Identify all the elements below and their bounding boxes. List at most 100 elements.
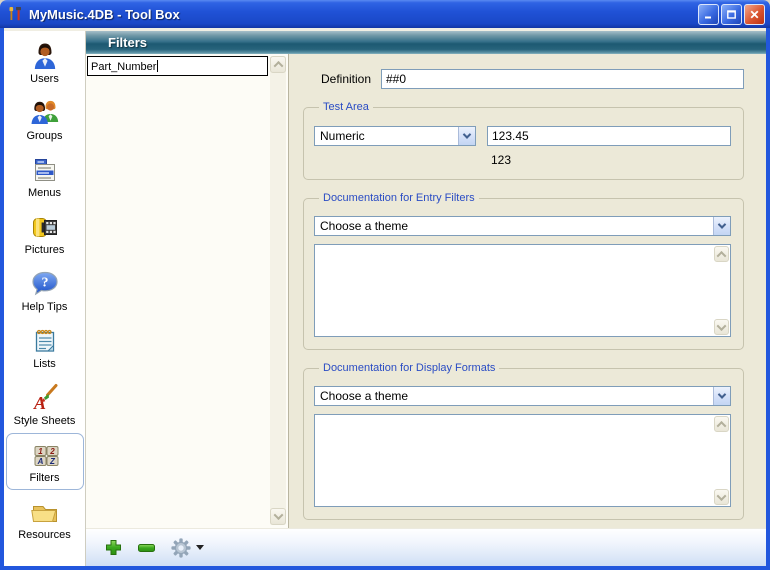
lists-icon <box>29 325 61 357</box>
add-filter-button[interactable] <box>105 539 122 556</box>
sidebar-label: Pictures <box>25 244 65 256</box>
display-theme-value: Choose a theme <box>315 387 713 405</box>
chevron-down-icon <box>717 491 727 501</box>
chevron-down-icon <box>273 510 283 520</box>
sidebar-label: Users <box>30 73 59 85</box>
sidebar-item-users[interactable]: Users <box>6 34 84 91</box>
combo-arrow-button[interactable] <box>713 217 730 235</box>
display-theme-select[interactable]: Choose a theme <box>314 386 731 406</box>
chevron-up-icon <box>273 61 283 71</box>
pictures-icon <box>29 211 61 243</box>
svg-text:1: 1 <box>38 447 43 456</box>
filter-list-panel: Part_Number <box>86 54 288 528</box>
display-docs-group: Documentation for Display Formats Choose… <box>303 362 744 520</box>
sidebar-label: Style Sheets <box>14 415 76 427</box>
filter-name-edit-cell[interactable]: Part_Number <box>87 56 268 76</box>
groups-icon <box>29 97 61 129</box>
entry-docs-content <box>316 246 712 335</box>
filter-form-panel: Definition Test Area Numeric <box>288 54 766 528</box>
scroll-up-button[interactable] <box>270 56 286 73</box>
page-title: Filters <box>108 35 147 50</box>
minus-icon <box>138 544 155 552</box>
chevron-down-icon <box>463 130 471 138</box>
window-title: MyMusic.4DB - Tool Box <box>29 7 696 22</box>
display-docs-content <box>316 416 712 505</box>
combo-arrow-button[interactable] <box>458 127 475 145</box>
sidebar-label: Menus <box>28 187 61 199</box>
close-button[interactable] <box>744 4 765 25</box>
gear-icon <box>171 538 191 558</box>
sidebar-label: Groups <box>26 130 62 142</box>
sidebar-label: Filters <box>30 472 60 484</box>
window-body: Users Groups <box>0 28 770 570</box>
plus-icon <box>105 539 122 556</box>
chevron-down-icon <box>717 321 727 331</box>
dropdown-arrow-icon <box>196 545 204 550</box>
sidebar-item-filters[interactable]: 1 2 A Z Filters <box>6 433 84 490</box>
titlebar: MyMusic.4DB - Tool Box <box>0 0 770 28</box>
chevron-up-icon <box>717 250 727 260</box>
minimize-icon <box>703 9 714 20</box>
sidebar-label: Lists <box>33 358 56 370</box>
maximize-icon <box>726 9 737 20</box>
chevron-down-icon <box>718 390 726 398</box>
test-area-group: Test Area Numeric 123 <box>303 101 744 180</box>
filter-name-text: Part_Number <box>91 61 156 73</box>
svg-text:2: 2 <box>49 447 55 456</box>
sidebar-item-pictures[interactable]: Pictures <box>6 205 84 262</box>
entry-theme-value: Choose a theme <box>315 217 713 235</box>
maximize-button[interactable] <box>721 4 742 25</box>
svg-text:A: A <box>36 457 43 466</box>
test-value-input[interactable] <box>487 126 731 146</box>
test-type-value: Numeric <box>315 127 458 145</box>
options-menu-button[interactable] <box>171 538 204 558</box>
content-area: Filters Part_Number <box>86 31 766 566</box>
chevron-down-icon <box>718 220 726 228</box>
toolbox-icon <box>7 6 23 22</box>
sidebar-label: Help Tips <box>22 301 68 313</box>
bottom-toolbar <box>86 528 766 566</box>
close-icon <box>749 9 760 20</box>
entry-docs-textarea[interactable] <box>314 244 731 337</box>
sidebar-item-groups[interactable]: Groups <box>6 91 84 148</box>
definition-input[interactable] <box>381 69 744 89</box>
sidebar: Users Groups <box>4 31 86 566</box>
scroll-down-button[interactable] <box>714 489 729 505</box>
svg-text:?: ? <box>41 276 48 291</box>
style-sheets-icon: A <box>29 382 61 414</box>
entry-theme-select[interactable]: Choose a theme <box>314 216 731 236</box>
sidebar-item-menus[interactable]: Menus <box>6 148 84 205</box>
entry-docs-group: Documentation for Entry Filters Choose a… <box>303 192 744 350</box>
text-caret <box>157 60 158 72</box>
resources-icon <box>29 496 61 528</box>
list-scrollbar[interactable] <box>270 56 286 525</box>
entry-docs-title: Documentation for Entry Filters <box>319 192 479 204</box>
users-icon <box>29 40 61 72</box>
scroll-up-button[interactable] <box>714 416 729 432</box>
filters-icon: 1 2 A Z <box>29 439 61 471</box>
chevron-up-icon <box>717 420 727 430</box>
scroll-down-button[interactable] <box>270 508 286 525</box>
sidebar-label: Resources <box>18 529 71 541</box>
combo-arrow-button[interactable] <box>713 387 730 405</box>
remove-filter-button[interactable] <box>138 544 155 552</box>
test-area-title: Test Area <box>319 101 373 113</box>
page-header: Filters <box>86 31 766 54</box>
sidebar-item-help-tips[interactable]: ? Help Tips <box>6 262 84 319</box>
definition-row: Definition <box>321 69 744 89</box>
svg-text:A: A <box>33 393 46 413</box>
scroll-down-button[interactable] <box>714 319 729 335</box>
menus-icon <box>29 154 61 186</box>
test-result-text: 123 <box>491 153 731 167</box>
definition-label: Definition <box>321 72 381 86</box>
display-docs-title: Documentation for Display Formats <box>319 362 499 374</box>
minimize-button[interactable] <box>698 4 719 25</box>
display-docs-textarea[interactable] <box>314 414 731 507</box>
sidebar-item-lists[interactable]: Lists <box>6 319 84 376</box>
test-type-select[interactable]: Numeric <box>314 126 476 146</box>
sidebar-item-style-sheets[interactable]: A Style Sheets <box>6 376 84 433</box>
test-row: Numeric <box>314 126 731 146</box>
main-area: Part_Number Definition <box>86 54 766 528</box>
scroll-up-button[interactable] <box>714 246 729 262</box>
sidebar-item-resources[interactable]: Resources <box>6 490 84 547</box>
